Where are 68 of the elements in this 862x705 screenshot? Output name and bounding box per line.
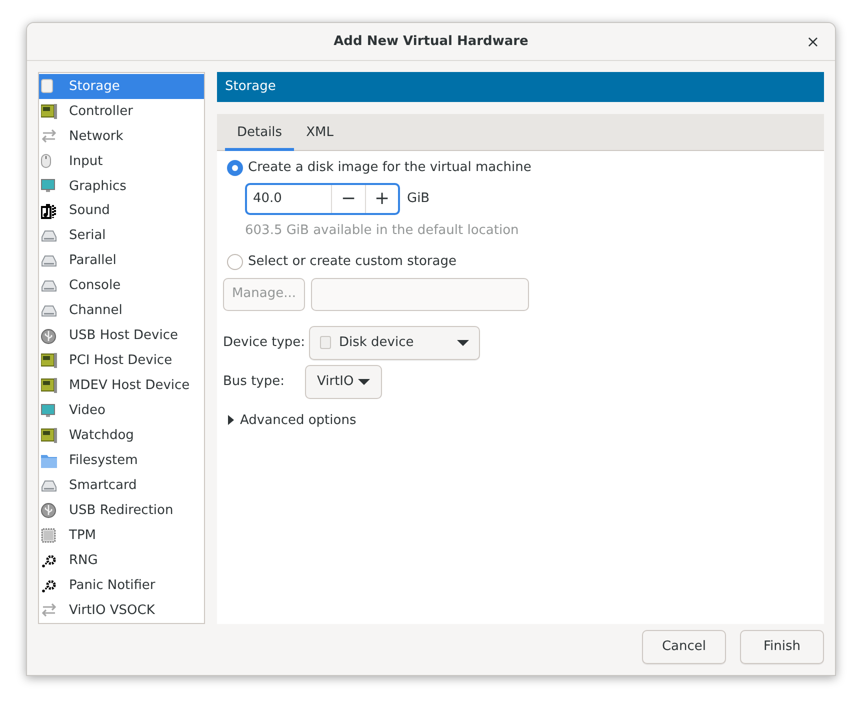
panel-header: Storage (217, 72, 824, 102)
gears-icon (41, 554, 57, 568)
decrement-button[interactable]: − (331, 184, 365, 212)
expansion-card-icon (41, 104, 57, 119)
hardware-list-item[interactable]: VirtIO VSOCK (39, 598, 204, 623)
unit-label: GiB (407, 190, 430, 208)
expansion-card-icon (41, 378, 57, 394)
bus-type-dropdown[interactable]: VirtIO (305, 364, 382, 398)
drive-icon (41, 480, 57, 492)
advanced-options-expander[interactable]: Advanced options (223, 410, 356, 430)
expansion-card-icon (41, 428, 57, 444)
mouse-icon (41, 154, 51, 168)
field-label: Bus type: (223, 372, 286, 391)
hardware-list-item[interactable]: Input (39, 148, 204, 174)
hardware-list-item[interactable]: Serial (39, 224, 204, 249)
hardware-list-item[interactable]: Smartcard (39, 473, 204, 498)
hardware-list-item[interactable]: Parallel (39, 248, 204, 274)
drive-icon (41, 280, 57, 292)
hardware-list-item[interactable]: PCI Host Device (39, 348, 204, 374)
drive-icon (41, 305, 57, 318)
usb-icon (41, 503, 56, 518)
drive-icon (41, 255, 57, 268)
hardware-list-item[interactable]: MDEV Host Device (39, 373, 204, 398)
tab[interactable]: XML (294, 114, 346, 151)
hardware-list-item[interactable]: Filesystem (39, 448, 204, 474)
close-button[interactable]: × (803, 32, 823, 52)
usb-icon (41, 328, 56, 344)
hardware-list-item[interactable]: Video (39, 398, 204, 424)
window-title: Add New Virtual Hardware (334, 32, 528, 51)
chip-icon (41, 528, 56, 544)
radio-button[interactable] (227, 254, 243, 270)
arrows-icon (41, 603, 57, 618)
size-field[interactable]: 40.0 (247, 184, 331, 212)
tab[interactable]: Details (225, 114, 294, 151)
hardware-list-item[interactable]: USB Host Device (39, 324, 204, 348)
hardware-list-item[interactable]: Watchdog (39, 423, 204, 448)
hardware-list-item[interactable]: Controller (39, 98, 204, 124)
monitor-icon (41, 179, 55, 194)
radio-button[interactable] (227, 160, 243, 176)
hardware-list-item[interactable]: RNG (39, 548, 204, 574)
music-note-icon (41, 204, 57, 219)
field-label: Device type: (223, 334, 306, 352)
increment-button[interactable]: + (364, 184, 398, 212)
available-space-text: 603.5 GiB available in the default location (244, 222, 520, 240)
dropdown-arrow-icon (358, 378, 370, 384)
hardware-list-item[interactable]: Panic Notifier (39, 573, 204, 598)
hardware-list-item[interactable]: Sound (39, 198, 204, 224)
hardware-list-item[interactable]: Channel (39, 298, 204, 324)
hardware-list-item[interactable]: Console (39, 274, 204, 299)
radio-label: Select or create custom storage (248, 253, 456, 271)
dropdown-arrow-icon (457, 340, 469, 346)
expansion-card-icon (41, 353, 57, 368)
dialog-button[interactable]: Cancel (642, 630, 726, 664)
hardware-list-item[interactable]: Graphics (39, 174, 204, 199)
gears-icon (41, 578, 57, 593)
folder-icon (41, 454, 57, 468)
device-type-dropdown[interactable]: Disk device (309, 326, 480, 360)
hardware-list-item[interactable]: USB Redirection (39, 498, 204, 524)
size-spinner[interactable]: 40.0 − + (245, 182, 400, 214)
storage-path-field[interactable] (311, 278, 529, 310)
dialog-button[interactable]: Finish (740, 630, 824, 664)
monitor-icon (41, 404, 55, 418)
radio-label: Create a disk image for the virtual machine (248, 159, 532, 177)
drive-icon (41, 230, 57, 242)
hardware-list-item[interactable]: Network (39, 124, 204, 149)
hardware-list-item[interactable]: TPM (39, 523, 204, 548)
hardware-list-item[interactable]: Storage (39, 74, 204, 99)
arrows-icon (41, 129, 57, 144)
